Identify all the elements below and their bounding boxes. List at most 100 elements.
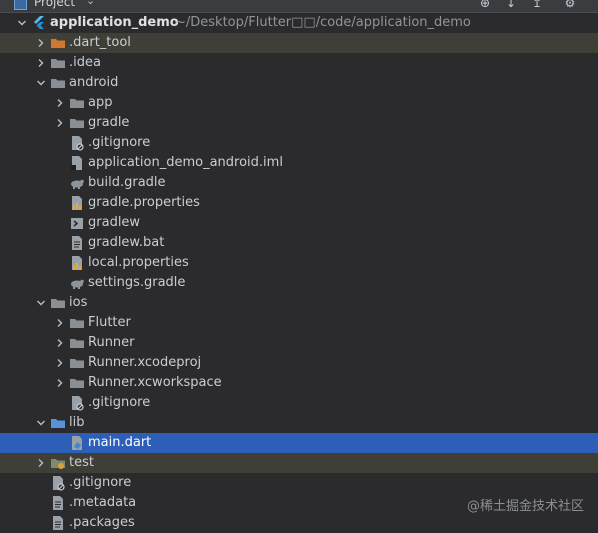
tree-item-label: local.properties — [88, 255, 189, 270]
flutter-module-icon — [31, 15, 47, 31]
tree-item-application-demo[interactable]: application_demo ~/Desktop/Flutter□□/code… — [0, 13, 598, 33]
text-file-icon — [50, 515, 66, 531]
gradle-icon — [69, 275, 85, 291]
chevron-down-icon[interactable] — [17, 18, 27, 28]
tree-item-label: main.dart — [88, 435, 152, 450]
locate-icon[interactable]: ⊕ — [478, 0, 492, 10]
tree-item-label: gradle — [88, 115, 130, 130]
tree-item-main-dart[interactable]: main.dart — [0, 433, 598, 453]
ignore-file-icon — [69, 395, 85, 411]
tree-item-label: .packages — [69, 515, 135, 530]
tree-item-label: .gitignore — [88, 395, 151, 410]
chevron-right-icon[interactable] — [36, 58, 46, 68]
tree-item-label: Runner.xcworkspace — [88, 375, 222, 390]
tree-item-label: android — [69, 75, 119, 90]
chevron-right-icon[interactable] — [36, 458, 46, 468]
tree-item-runner-xcworkspace[interactable]: Runner.xcworkspace — [0, 373, 598, 393]
chevron-right-icon[interactable] — [55, 338, 65, 348]
tree-item-label: .gitignore — [88, 135, 151, 150]
folder-icon — [50, 55, 66, 71]
chevron-right-icon[interactable] — [36, 38, 46, 48]
chevron-down-icon[interactable] — [36, 78, 46, 88]
expand-all-icon[interactable]: ↧ — [504, 0, 518, 10]
tree-item-label: Runner.xcodeproj — [88, 355, 202, 370]
tree-item-label: .idea — [69, 55, 101, 70]
test-folder-icon — [50, 455, 66, 471]
chevron-right-icon[interactable] — [55, 358, 65, 368]
tree-item-gitignore[interactable]: .gitignore — [0, 393, 598, 413]
shell-script-icon — [69, 215, 85, 231]
tree-item-runner-xcodeproj[interactable]: Runner.xcodeproj — [0, 353, 598, 373]
tree-item-label: settings.gradle — [88, 275, 186, 290]
tree-item-dart-tool[interactable]: .dart_tool — [0, 33, 598, 53]
tree-item-label: gradlew — [88, 215, 141, 230]
chevron-down-icon[interactable]: ⌄ — [86, 0, 95, 7]
iml-file-icon — [69, 155, 85, 171]
tree-item-local-properties[interactable]: local.properties — [0, 253, 598, 273]
tree-item-build-gradle[interactable]: build.gradle — [0, 173, 598, 193]
tree-item-label: build.gradle — [88, 175, 166, 190]
tree-item-idea[interactable]: .idea — [0, 53, 598, 73]
watermark-text: @稀土掘金技术社区 — [466, 499, 584, 514]
properties-file-icon — [69, 195, 85, 211]
gradle-icon — [69, 175, 85, 191]
folder-icon — [69, 115, 85, 131]
tree-item-label: Runner — [88, 335, 135, 350]
text-file-icon — [69, 235, 85, 251]
properties-file-icon — [69, 255, 85, 271]
tree-item-label: Flutter — [88, 315, 131, 330]
tree-item-application-demo-android-iml[interactable]: application_demo_android.iml — [0, 153, 598, 173]
text-file-icon — [50, 495, 66, 511]
tree-item-runner[interactable]: Runner — [0, 333, 598, 353]
project-path: ~/Desktop/Flutter□□/code/application_dem… — [175, 15, 471, 30]
tree-item-test[interactable]: test — [0, 453, 598, 473]
folder-icon — [69, 355, 85, 371]
folder-icon — [50, 75, 66, 91]
tree-item-settings-gradle[interactable]: settings.gradle — [0, 273, 598, 293]
tree-item-label: application_demo — [50, 15, 179, 30]
folder-icon — [69, 95, 85, 111]
folder-icon — [69, 315, 85, 331]
tree-item-label: gradle.properties — [88, 195, 200, 210]
tree-item-flutter[interactable]: Flutter — [0, 313, 598, 333]
tree-item-android[interactable]: android — [0, 73, 598, 93]
gear-icon[interactable]: ⚙ — [563, 0, 577, 10]
tree-item-label: .dart_tool — [69, 35, 131, 50]
tree-item-packages[interactable]: .packages — [0, 513, 598, 533]
chevron-right-icon[interactable] — [55, 318, 65, 328]
tree-item-gitignore[interactable]: .gitignore — [0, 473, 598, 493]
tree-item-label: gradlew.bat — [88, 235, 165, 250]
project-icon — [14, 0, 27, 10]
tree-item-label: ios — [69, 295, 88, 310]
folder-icon — [69, 335, 85, 351]
panel-title[interactable]: Project — [34, 0, 75, 9]
chevron-right-icon[interactable] — [55, 98, 65, 108]
tree-item-lib[interactable]: lib — [0, 413, 598, 433]
chevron-right-icon[interactable] — [55, 118, 65, 128]
chevron-down-icon[interactable] — [36, 418, 46, 428]
tree-item-label: app — [88, 95, 113, 110]
tree-item-gitignore[interactable]: .gitignore — [0, 133, 598, 153]
tree-item-ios[interactable]: ios — [0, 293, 598, 313]
folder-icon — [69, 375, 85, 391]
tree-item-label: lib — [69, 415, 85, 430]
project-tree: application_demo ~/Desktop/Flutter□□/code… — [0, 13, 598, 533]
tree-item-gradlew[interactable]: gradlew — [0, 213, 598, 233]
folder-icon — [50, 35, 66, 51]
collapse-all-icon[interactable]: ↥ — [530, 0, 544, 10]
tree-item-gradle[interactable]: gradle — [0, 113, 598, 133]
ignore-file-icon — [69, 135, 85, 151]
project-panel-header: Project ⌄ ⊕ ↧ ↥ ⚙ — [0, 0, 598, 13]
tree-item-gradlew-bat[interactable]: gradlew.bat — [0, 233, 598, 253]
dart-file-icon — [69, 435, 85, 451]
tree-item-app[interactable]: app — [0, 93, 598, 113]
chevron-right-icon[interactable] — [55, 378, 65, 388]
tree-item-label: application_demo_android.iml — [88, 155, 283, 170]
chevron-down-icon[interactable] — [36, 298, 46, 308]
source-folder-icon — [50, 415, 66, 431]
ignore-file-icon — [50, 475, 66, 491]
tree-item-gradle-properties[interactable]: gradle.properties — [0, 193, 598, 213]
folder-icon — [50, 295, 66, 311]
tree-item-label: .gitignore — [69, 475, 132, 490]
tree-item-label: test — [69, 455, 94, 470]
